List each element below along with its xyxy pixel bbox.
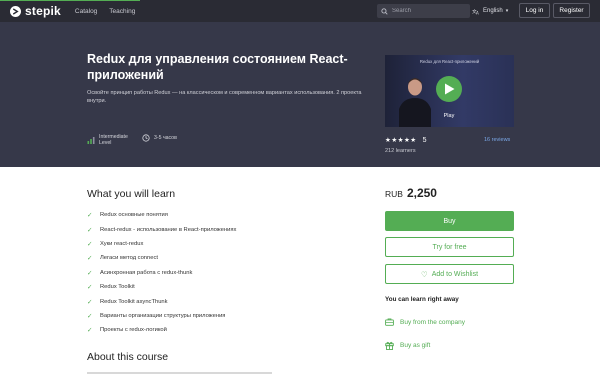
learners-count: 212 learners <box>385 148 416 154</box>
course-title: Redux для управления состоянием React-пр… <box>87 52 348 82</box>
price-amount: 2,250 <box>406 186 437 200</box>
list-item: ✓ Варианты организации структуры приложен… <box>87 309 236 323</box>
add-to-wishlist-button[interactable]: ♡ Add to Wishlist <box>385 264 514 284</box>
list-item-text: Варианты организации структуры приложени… <box>100 312 226 319</box>
learn-right-away-text: You can learn right away <box>385 296 459 303</box>
list-item: ✓ Легаси метод connect <box>87 251 236 265</box>
course-level: Intermediate Level <box>87 134 128 146</box>
language-label: English <box>483 8 503 14</box>
instructor-image <box>399 78 431 127</box>
course-description: Освойте принцип работы Redux — на класси… <box>87 90 362 105</box>
search-input[interactable] <box>392 8 470 14</box>
stepik-logo[interactable]: stepik <box>10 0 61 22</box>
course-duration: 3-5 часов <box>142 134 177 142</box>
about-text-placeholder <box>87 372 272 374</box>
list-item-text: Redux Toolkit asyncThunk <box>100 298 168 305</box>
try-free-button[interactable]: Try for free <box>385 237 514 257</box>
learn-list: ✓ Redux основные понятия ✓ React-redux - и… <box>87 208 236 338</box>
list-item: ✓ Проекты с redux-логикой <box>87 323 236 337</box>
list-item-text: Асинхронная работа с redux-thunk <box>100 269 193 276</box>
translate-icon: 文 A <box>472 8 479 15</box>
rating-stars-icon: ★★★★★ <box>385 137 417 144</box>
list-item-text: Redux основные понятия <box>100 212 168 219</box>
list-item: ✓ Хуки react-redux <box>87 237 236 251</box>
price-currency: RUB <box>385 189 403 199</box>
check-icon: ✓ <box>87 226 93 234</box>
stepik-logo-icon <box>10 5 21 17</box>
check-icon: ✓ <box>87 298 93 306</box>
check-icon: ✓ <box>87 269 93 277</box>
check-icon: ✓ <box>87 240 93 248</box>
list-item: ✓ Асинхронная работа с redux-thunk <box>87 266 236 280</box>
list-item: ✓ Redux Toolkit asyncThunk <box>87 294 236 308</box>
list-item-text: React-redux - использование в React-прил… <box>100 226 237 233</box>
check-icon: ✓ <box>87 284 93 292</box>
wishlist-label: Add to Wishlist <box>431 270 479 278</box>
play-button[interactable] <box>436 76 462 102</box>
gift-icon <box>385 341 394 350</box>
check-icon: ✓ <box>87 312 93 320</box>
search-icon <box>381 7 388 15</box>
nav-catalog-link[interactable]: Catalog <box>75 8 97 15</box>
course-rating: ★★★★★ 5 <box>385 136 427 145</box>
buy-as-gift-label: Buy as gift <box>400 342 431 349</box>
duration-value: 3-5 часов <box>154 135 177 141</box>
briefcase-icon <box>385 318 394 326</box>
list-item-text: Redux Toolkit <box>100 284 135 291</box>
buy-button[interactable]: Buy <box>385 211 514 231</box>
svg-text:A: A <box>476 10 479 15</box>
list-item: ✓ Redux Toolkit <box>87 280 236 294</box>
video-title: Redux для React-приложений <box>419 59 480 64</box>
list-item-text: Проекты с redux-логикой <box>100 327 167 334</box>
check-icon: ✓ <box>87 327 93 335</box>
play-icon <box>444 83 454 95</box>
top-accent-line <box>0 0 140 1</box>
check-icon: ✓ <box>87 255 93 263</box>
chevron-down-icon: ▾ <box>505 8 509 14</box>
language-selector[interactable]: 文 A English ▾ <box>472 4 508 18</box>
level-bars-icon <box>87 137 95 144</box>
about-section-title: About this course <box>87 351 169 363</box>
buy-from-company-link[interactable]: Buy from the company <box>385 318 465 326</box>
register-button[interactable]: Register <box>553 3 590 18</box>
reviews-link[interactable]: 16 reviews <box>484 137 510 143</box>
buy-from-company-label: Buy from the company <box>400 318 466 326</box>
buy-as-gift-link[interactable]: Buy as gift <box>385 341 430 350</box>
check-icon: ✓ <box>87 212 93 220</box>
heart-icon: ♡ <box>420 269 428 279</box>
list-item-text: Легаси метод connect <box>100 255 158 262</box>
list-item: ✓ React-redux - использование в React-при… <box>87 222 236 236</box>
top-navbar: stepik Catalog Teaching 文 A English ▾ Lo… <box>0 0 600 22</box>
list-item: ✓ Redux основные понятия <box>87 208 236 222</box>
play-label: Play <box>443 113 455 119</box>
login-button[interactable]: Log in <box>519 3 550 18</box>
list-item-text: Хуки react-redux <box>100 240 144 247</box>
nav-teaching-link[interactable]: Teaching <box>109 8 135 15</box>
learn-section-title: What you will learn <box>87 188 176 200</box>
rating-value: 5 <box>422 136 427 144</box>
search-box[interactable] <box>377 4 470 18</box>
clock-icon <box>142 134 150 142</box>
course-price: RUB 2,250 <box>385 186 437 200</box>
level-caption: Level <box>99 140 112 146</box>
stepik-logo-text: stepik <box>25 4 61 18</box>
